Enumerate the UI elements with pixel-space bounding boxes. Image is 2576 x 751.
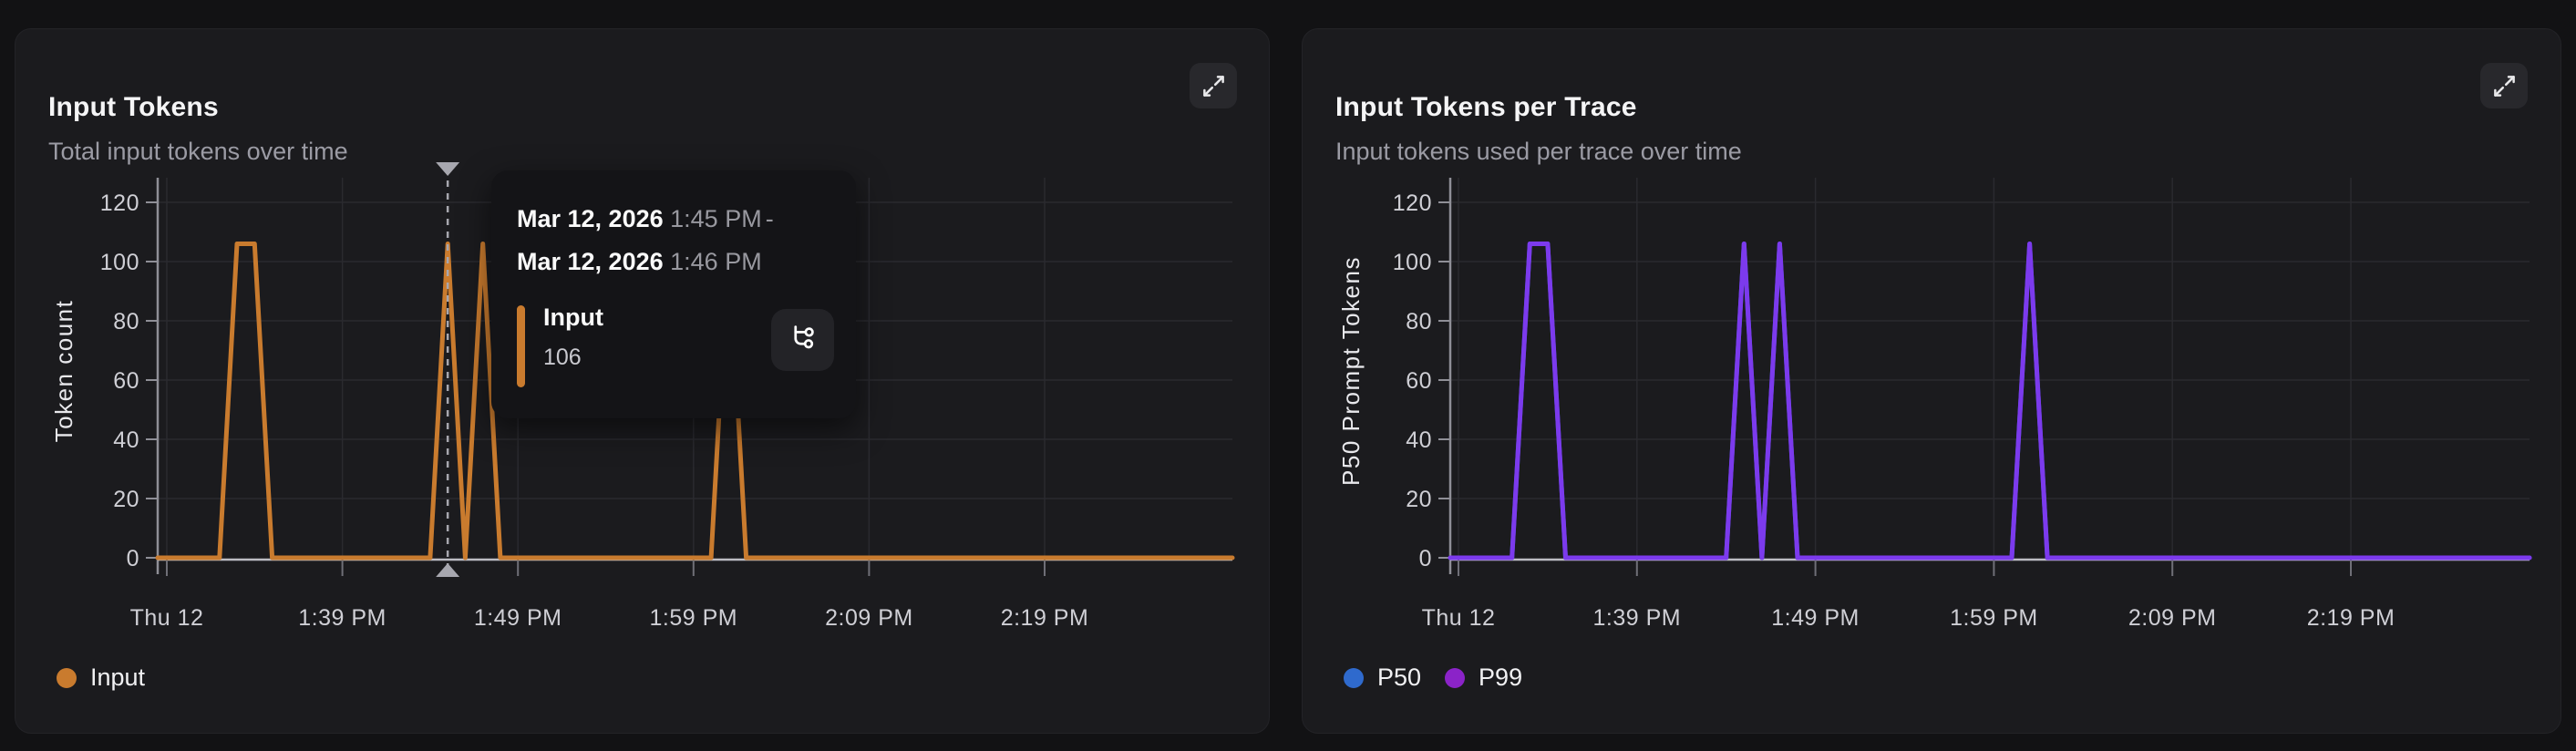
panel-title: Input Tokens bbox=[48, 91, 219, 122]
x-tick-label: Thu 12 bbox=[1422, 605, 1496, 631]
series-line-p50 bbox=[1448, 242, 2532, 561]
crosshair-top-triangle-icon bbox=[436, 162, 460, 176]
y-tick-label: 120 bbox=[1393, 190, 1432, 216]
y-tick-label: 0 bbox=[127, 546, 139, 571]
tooltip-series-value: 106 bbox=[543, 345, 582, 370]
y-tick-label: 40 bbox=[1406, 427, 1432, 453]
y-tick-label: 60 bbox=[113, 368, 139, 394]
y-axis-title: Token count bbox=[50, 300, 77, 443]
legend: P50 P99 bbox=[1344, 664, 1522, 692]
legend-dot-p50 bbox=[1344, 667, 1364, 688]
crosshair-bottom-triangle-icon bbox=[436, 563, 460, 577]
y-tick-label: 100 bbox=[1393, 250, 1432, 275]
expand-chart-button[interactable] bbox=[2480, 63, 2528, 108]
x-tick-label: 2:19 PM bbox=[2307, 605, 2396, 631]
x-tick-label: 1:49 PM bbox=[474, 605, 562, 631]
y-tick-label: 60 bbox=[1406, 368, 1432, 394]
panel-title: Input Tokens per Trace bbox=[1335, 91, 1637, 122]
x-tick-label: 1:39 PM bbox=[298, 605, 386, 631]
x-tick-label: 1:59 PM bbox=[649, 605, 737, 631]
y-axis-title: P50 Prompt Tokens bbox=[1337, 256, 1365, 486]
trace-tree-icon bbox=[786, 322, 820, 359]
y-tick-label: 80 bbox=[113, 309, 139, 334]
legend-item-p50[interactable]: P50 bbox=[1344, 664, 1421, 692]
legend-label: P50 bbox=[1377, 664, 1422, 691]
tooltip-series-accent-bar bbox=[517, 305, 525, 387]
x-tick-label: 2:09 PM bbox=[825, 605, 913, 631]
y-tick-label: 120 bbox=[100, 190, 139, 216]
y-tick-label: 20 bbox=[113, 487, 139, 512]
chart-svg: 0 20 40 60 80 100 120 Thu 12 1:39 PM 1:49 PM 1:59 … bbox=[1337, 178, 2532, 631]
legend-dot-p99 bbox=[1445, 667, 1466, 688]
x-tick-label: 2:09 PM bbox=[2128, 605, 2217, 631]
tooltip-range-start: Mar 12, 2026 1:45 PM - bbox=[517, 205, 774, 232]
view-trace-button[interactable] bbox=[771, 309, 834, 371]
metrics-dashboard-page: 0 20 40 60 80 100 120 Thu 12 1:39 PM 1:49 PM 1:59 … bbox=[0, 0, 2576, 751]
legend-dot-input bbox=[57, 667, 77, 688]
y-tick-label: 100 bbox=[100, 250, 139, 275]
expand-diagonal-icon bbox=[2492, 74, 2517, 98]
panel-subtitle: Input tokens used per trace over time bbox=[1335, 138, 1742, 165]
x-tick-label: 1:49 PM bbox=[1771, 605, 1860, 631]
input-tokens-per-trace-chart-canvas[interactable]: 0 20 40 60 80 100 120 Thu 12 1:39 PM 1:49 PM 1:59 … bbox=[1303, 29, 2561, 733]
panel-input-tokens-per-trace: 0 20 40 60 80 100 120 Thu 12 1:39 PM 1:49 PM 1:59 … bbox=[1302, 28, 2561, 734]
x-tick-label: Thu 12 bbox=[130, 605, 204, 631]
panel-subtitle: Total input tokens over time bbox=[48, 138, 348, 165]
y-tick-label: 20 bbox=[1406, 487, 1432, 512]
y-tick-label: 40 bbox=[113, 427, 139, 453]
chart-tooltip: Mar 12, 2026 1:45 PM - Mar 12, 2026 1:46 … bbox=[491, 170, 856, 418]
x-tick-label: 1:59 PM bbox=[1950, 605, 2038, 631]
y-tick-label: 80 bbox=[1406, 309, 1432, 334]
legend-item-input[interactable]: Input bbox=[57, 664, 145, 692]
x-tick-label: 1:39 PM bbox=[1592, 605, 1681, 631]
y-tick-label: 0 bbox=[1419, 546, 1432, 571]
legend-label: P99 bbox=[1479, 664, 1523, 691]
panel-input-tokens: 0 20 40 60 80 100 120 Thu 12 1:39 PM 1:49 PM 1:59 … bbox=[15, 28, 1270, 734]
legend-item-p99[interactable]: P99 bbox=[1445, 664, 1522, 692]
legend: Input bbox=[57, 664, 145, 692]
tooltip-series-info: Input 106 bbox=[543, 303, 603, 371]
tooltip-series-name: Input bbox=[543, 303, 603, 331]
expand-diagonal-icon bbox=[1201, 74, 1226, 98]
expand-chart-button[interactable] bbox=[1190, 63, 1237, 108]
series-line-p99 bbox=[1448, 242, 2532, 561]
legend-label: Input bbox=[90, 664, 146, 691]
x-tick-label: 2:19 PM bbox=[1001, 605, 1089, 631]
tooltip-range-end: Mar 12, 2026 1:46 PM bbox=[517, 248, 762, 275]
